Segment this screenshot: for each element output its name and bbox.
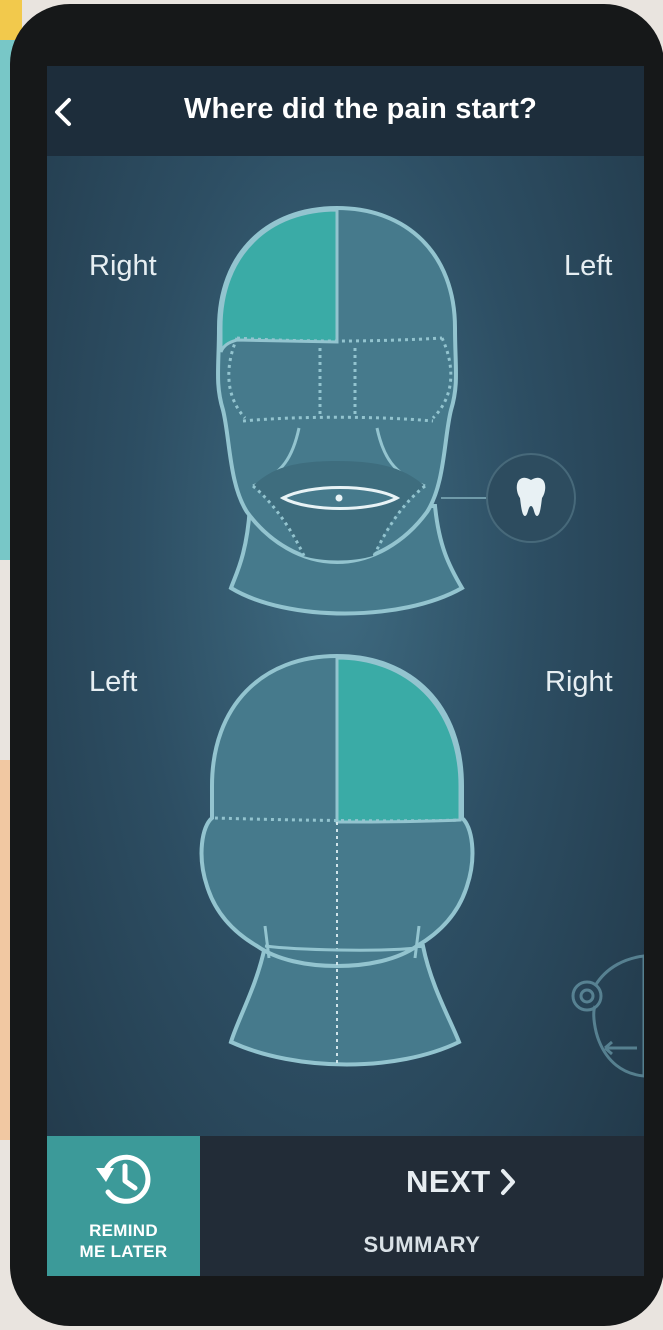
front-forehead-right-region[interactable]: [219, 208, 339, 353]
remind-me-later-label: REMIND ME LATER: [47, 1220, 200, 1262]
swipe-hand-icon: [571, 954, 644, 1078]
dental-button[interactable]: [486, 453, 576, 543]
app-screen: Where did the pain start? Right Left Lef…: [47, 66, 644, 1276]
chevron-left-icon: [55, 98, 71, 126]
chevron-right-icon: [501, 1169, 515, 1195]
next-label: NEXT: [406, 1164, 491, 1199]
remind-label-line2: ME LATER: [79, 1242, 168, 1261]
summary-label: SUMMARY: [363, 1232, 481, 1257]
next-summary-button[interactable]: NEXT SUMMARY: [200, 1136, 644, 1276]
phone-frame: Where did the pain start? Right Left Lef…: [10, 4, 663, 1326]
history-clock-icon: [96, 1154, 151, 1204]
back-crown-right-region[interactable]: [335, 656, 462, 824]
back-head-diagram: [199, 653, 475, 1067]
header-bar: Where did the pain start?: [47, 66, 644, 156]
back-button[interactable]: [49, 92, 85, 132]
remind-me-later-button[interactable]: REMIND ME LATER: [47, 1136, 200, 1276]
head-diagram: [199, 205, 644, 1078]
remind-label-line1: REMIND: [89, 1221, 158, 1240]
footer-bar: REMIND ME LATER NEXT SUMMARY: [47, 1136, 644, 1276]
page-title: Where did the pain start?: [183, 93, 538, 125]
front-head-diagram: [216, 205, 576, 616]
